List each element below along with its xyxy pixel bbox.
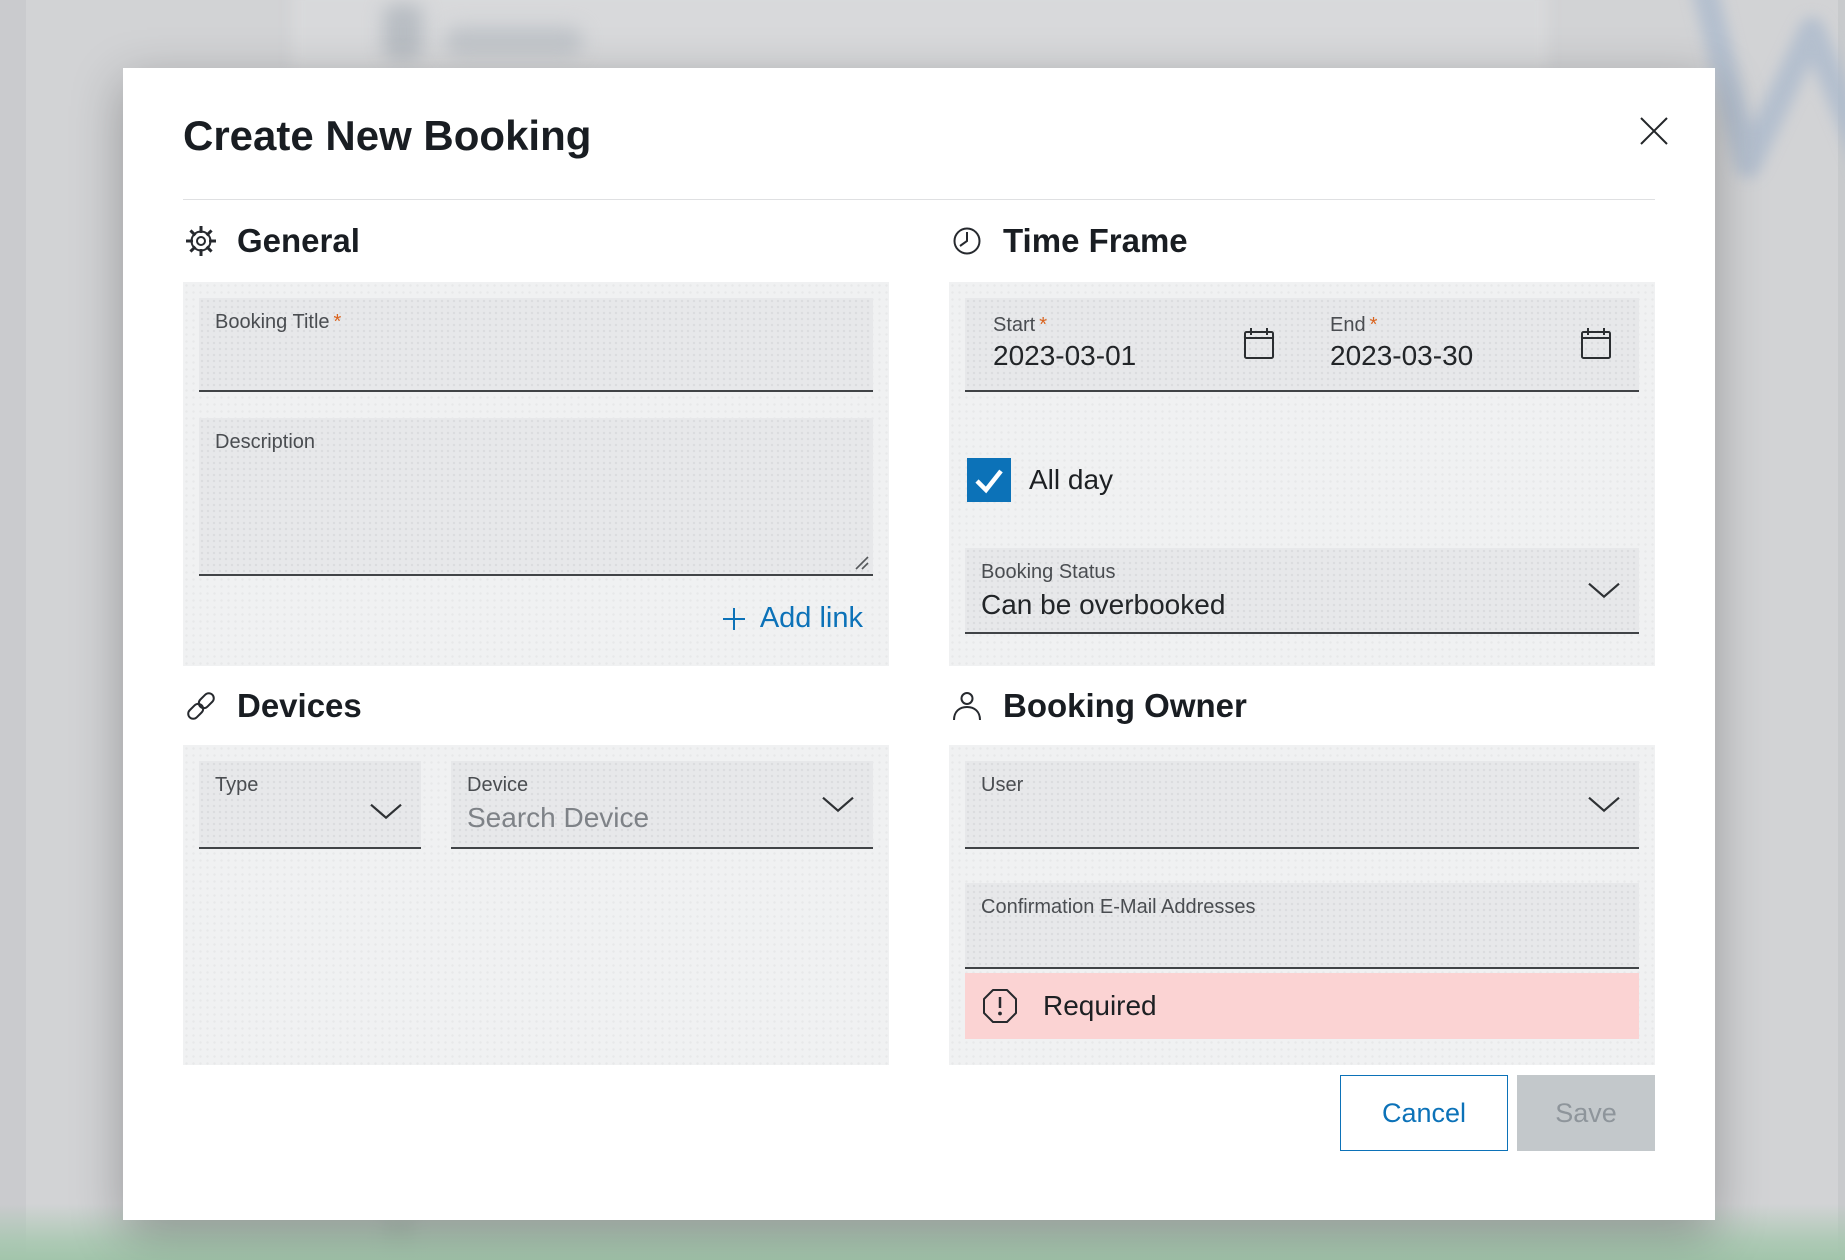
gear-icon [183, 223, 219, 259]
all-day-checkbox[interactable] [967, 458, 1011, 502]
all-day-label: All day [1029, 464, 1113, 496]
checkmark-icon [967, 458, 1011, 502]
user-select[interactable]: User [965, 761, 1639, 849]
devices-panel: Type Device Search Device [183, 745, 889, 1065]
confirmation-email-value [965, 919, 1639, 958]
booking-title-label: Booking Title* [199, 298, 873, 334]
required-asterisk: * [1039, 314, 1047, 336]
start-date-value: 2023-03-01 [993, 340, 1136, 374]
close-button[interactable] [1635, 112, 1673, 150]
resize-handle-icon[interactable] [853, 554, 869, 570]
confirmation-email-label: Confirmation E-Mail Addresses [965, 883, 1639, 919]
background-left-strip [0, 0, 26, 1260]
plus-icon [720, 605, 748, 633]
link-icon [183, 688, 219, 724]
add-link-button[interactable]: Add link [199, 602, 873, 635]
validation-error-banner: Required [965, 973, 1639, 1039]
background-blurred-icon [383, 4, 423, 60]
page-background: Create New Booking [0, 0, 1845, 1260]
booking-title-input[interactable]: Booking Title* [199, 298, 873, 392]
confirmation-email-input[interactable]: Confirmation E-Mail Addresses [965, 883, 1639, 969]
date-range-band: Start* 2023-03-01 [965, 298, 1639, 392]
section-title-booking-owner: Booking Owner [1003, 687, 1247, 725]
clock-icon [949, 223, 985, 259]
person-icon [949, 688, 985, 724]
chevron-down-icon [1587, 582, 1621, 600]
validation-error-text: Required [1043, 990, 1157, 1022]
general-panel: Booking Title* Description [183, 282, 889, 666]
time-frame-panel: Start* 2023-03-01 [949, 282, 1655, 666]
start-date-label: Start* [993, 314, 1136, 337]
section-header-general: General [183, 200, 889, 282]
end-date-field[interactable]: End* 2023-03-30 [1302, 298, 1639, 390]
end-date-label: End* [1330, 314, 1473, 337]
cancel-button[interactable]: Cancel [1340, 1075, 1508, 1151]
start-date-field[interactable]: Start* 2023-03-01 [965, 298, 1302, 390]
section-title-time-frame: Time Frame [1003, 222, 1188, 260]
required-asterisk: * [334, 311, 342, 333]
required-asterisk: * [1370, 314, 1378, 336]
user-label: User [965, 761, 1639, 797]
device-type-select[interactable]: Type [199, 761, 421, 849]
create-booking-dialog: Create New Booking [123, 68, 1715, 1220]
chevron-down-icon [821, 796, 855, 814]
background-blurred-text [445, 26, 583, 56]
close-icon [1637, 114, 1671, 148]
section-header-devices: Devices [183, 666, 889, 745]
calendar-icon[interactable] [1242, 326, 1276, 362]
device-search-select[interactable]: Device Search Device [451, 761, 873, 849]
dialog-title: Create New Booking [183, 68, 1655, 160]
add-link-label: Add link [760, 602, 863, 635]
device-search-placeholder: Search Device [451, 797, 873, 836]
chevron-down-icon [369, 803, 403, 821]
description-label: Description [199, 418, 873, 454]
booking-title-value [199, 334, 873, 373]
section-title-devices: Devices [237, 687, 362, 725]
device-label: Device [451, 761, 873, 797]
description-value [199, 454, 873, 493]
end-date-value: 2023-03-30 [1330, 340, 1473, 374]
calendar-icon[interactable] [1579, 326, 1613, 362]
booking-status-label: Booking Status [965, 548, 1639, 584]
chevron-down-icon [1587, 796, 1621, 814]
booking-status-value: Can be overbooked [965, 584, 1639, 623]
booking-status-select[interactable]: Booking Status Can be overbooked [965, 548, 1639, 634]
save-button[interactable]: Save [1517, 1075, 1655, 1151]
booking-owner-panel: User Confirmation E-Mail Addresses [949, 745, 1655, 1065]
device-type-label: Type [199, 761, 421, 797]
section-title-general: General [237, 222, 360, 260]
section-header-booking-owner: Booking Owner [949, 666, 1655, 745]
section-header-time-frame: Time Frame [949, 200, 1655, 282]
description-textarea[interactable]: Description [199, 418, 873, 576]
alert-octagon-icon [981, 987, 1019, 1025]
